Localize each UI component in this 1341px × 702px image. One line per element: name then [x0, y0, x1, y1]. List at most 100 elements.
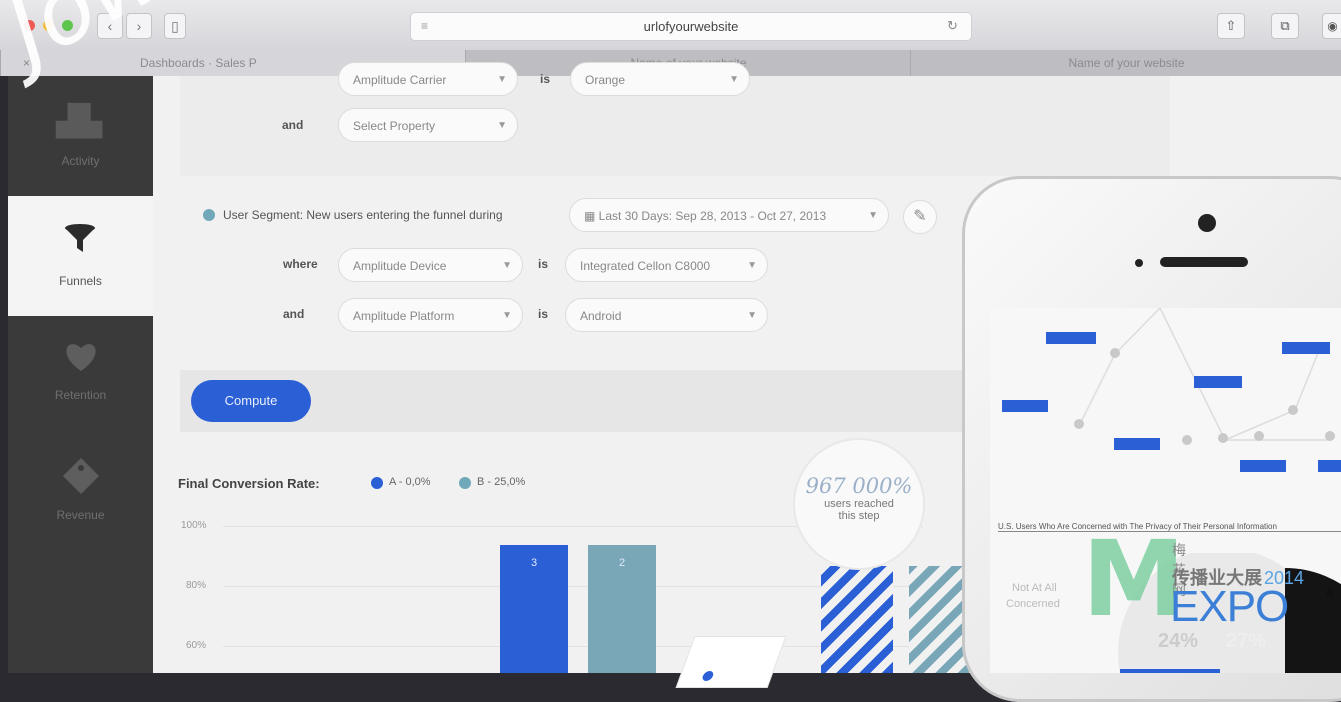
funnel-icon [65, 224, 95, 252]
bar-b[interactable]: 2 [588, 545, 656, 673]
select-value: Amplitude Device [353, 259, 447, 273]
property-select-platform[interactable]: Amplitude Platform ▼ [338, 298, 523, 332]
tree-node-tag [1046, 332, 1096, 344]
value-select-carrier[interactable]: Orange ▼ [570, 62, 750, 96]
tooltip-card [675, 636, 787, 688]
compute-button[interactable]: Compute [191, 380, 311, 422]
date-range-picker[interactable]: ▦ Last 30 Days: Sep 28, 2013 - Oct 27, 2… [569, 198, 889, 232]
select-value: Orange [585, 73, 626, 87]
select-value: Integrated Cellon C8000 [580, 259, 711, 273]
tree-node-tag [1318, 460, 1341, 472]
operator-label: is [538, 257, 549, 271]
reload-icon[interactable]: ↻ [947, 18, 958, 34]
tree-node-dot [1254, 431, 1264, 441]
gridline [223, 646, 923, 647]
operator-label: is [538, 307, 549, 321]
striped-bar-a [821, 566, 893, 673]
sidebar-item-label: Activity [61, 154, 100, 168]
share-icon[interactable]: ⇧ [1217, 13, 1245, 39]
tree-node-tag [1240, 460, 1286, 472]
value-select-device[interactable]: Integrated Cellon C8000 ▼ [565, 248, 768, 282]
bar-a[interactable]: 3 [500, 545, 568, 673]
app-sidebar: ▟▙ Activity Funnels Retention Revenue [8, 76, 153, 673]
and-label: and [282, 118, 304, 132]
edit-segment-icon[interactable]: ✎ [903, 200, 937, 234]
camera-icon [1198, 214, 1216, 232]
value-select-platform[interactable]: Android ▼ [565, 298, 768, 332]
bar-label: 2 [618, 557, 626, 569]
sidebar-item-label: Funnels [59, 274, 102, 288]
sidebar-item-activity[interactable]: ▟▙ Activity [8, 76, 153, 196]
tree-node-tag [1114, 438, 1160, 450]
sidebar-item-label: Revenue [56, 508, 105, 522]
operator-label: is [540, 72, 551, 86]
tree-node-tag [1194, 376, 1242, 388]
tree-node-dot [1074, 419, 1084, 429]
bar-label: 3 [530, 557, 538, 569]
tab-label: Name of your website [1068, 56, 1185, 70]
tab-website-2[interactable]: Name of your website [910, 50, 1341, 76]
chevron-down-icon: ▼ [502, 310, 512, 321]
y-tick-label: 80% [186, 580, 207, 591]
legend-a-label: A - 0,0% [389, 476, 431, 488]
chevron-down-icon: ▼ [747, 310, 757, 321]
browser-toolbar: ‹ › ▯ ≡ urlofyourwebsite ↻ ⇧ ⧉ ◉ [0, 0, 1341, 50]
tree-node-dot [1182, 435, 1192, 445]
where-label: where [283, 257, 318, 271]
tree-node-dot [1325, 431, 1335, 441]
activity-icon: ▟▙ [56, 105, 103, 138]
tree-node-dot [1218, 433, 1228, 443]
pie-legend-label: Not At All [1012, 582, 1057, 594]
filter-panel-a: Amplitude Carrier ▼ is Orange ▼ and Select… [180, 62, 1170, 176]
bubble-caption: users reached [824, 498, 894, 510]
segment-title: User Segment: New users entering the fun… [223, 208, 503, 222]
chevron-down-icon: ▼ [502, 260, 512, 271]
tree-node-tag [1002, 400, 1048, 412]
tree-node-dot [1110, 348, 1120, 358]
legend-a-dot [371, 477, 383, 489]
sidebar-item-funnels[interactable]: Funnels [8, 196, 153, 316]
chevron-down-icon: ▼ [868, 210, 878, 221]
select-property-dropdown[interactable]: Select Property ▼ [338, 108, 518, 142]
select-value: Android [580, 309, 622, 323]
striped-bar-b [909, 566, 969, 673]
y-tick-label: 100% [181, 520, 207, 531]
select-value: Select Property [353, 119, 436, 133]
calendar-icon: ▦ [584, 209, 599, 223]
expo-logo-text: EXPO [1170, 582, 1289, 631]
property-select-device[interactable]: Amplitude Device ▼ [338, 248, 523, 282]
sidebar-item-retention[interactable]: Retention [8, 316, 153, 436]
chevron-down-icon: ▼ [497, 120, 507, 131]
tree-diagram [1079, 308, 1330, 441]
heart-icon [66, 344, 96, 371]
bubble-caption: this step [838, 510, 880, 522]
reached-step-bubble: 967 000% users reached this step [793, 438, 925, 570]
url-text: urlofyourwebsite [643, 19, 739, 34]
chevron-down-icon: ▼ [497, 74, 507, 85]
and-label: and [283, 307, 305, 321]
legend-b-dot [459, 477, 471, 489]
select-value: Amplitude Platform [353, 309, 455, 323]
sidebar-item-revenue[interactable]: Revenue [8, 436, 153, 556]
y-tick-label: 60% [186, 640, 207, 651]
segment-b-dot [203, 209, 215, 221]
tree-node-dot [1288, 405, 1298, 415]
sensor-dot [1135, 259, 1143, 267]
speaker-slot [1160, 257, 1248, 267]
tabs-overview-icon[interactable]: ⧉ [1271, 13, 1299, 39]
gridline [223, 586, 923, 587]
bubble-value: 967 000% [805, 474, 913, 498]
tab-label: Dashboards · Sales P [140, 56, 257, 70]
property-select-carrier[interactable]: Amplitude Carrier ▼ [338, 62, 518, 96]
conversion-title: Final Conversion Rate: [178, 476, 320, 491]
tree-node-tag [1282, 342, 1330, 354]
date-range-value: Last 30 Days: Sep 28, 2013 - Oct 27, 201… [598, 209, 827, 223]
tag-icon [63, 458, 99, 494]
pie-legend-label: Concerned [1006, 598, 1060, 610]
chevron-down-icon: ▼ [747, 260, 757, 271]
select-value: Amplitude Carrier [353, 73, 447, 87]
address-bar[interactable]: ≡ urlofyourwebsite ↻ [410, 12, 972, 41]
chevron-down-icon: ▼ [729, 74, 739, 85]
downloads-icon[interactable]: ◉ [1322, 13, 1341, 39]
sidebar-item-label: Retention [54, 388, 107, 402]
